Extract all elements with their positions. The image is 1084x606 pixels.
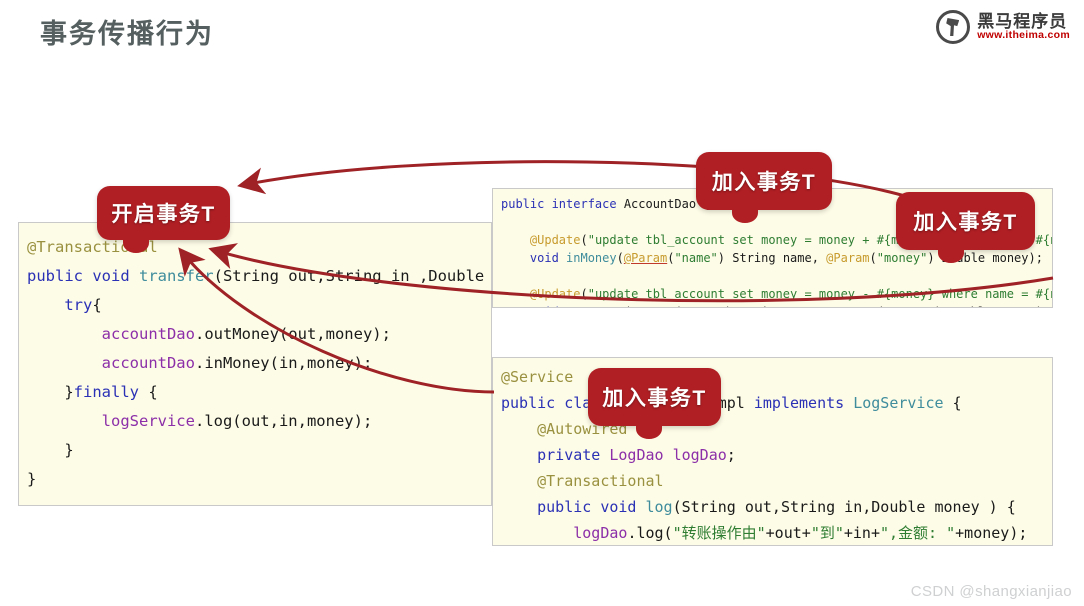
callout-tail-icon (938, 243, 964, 263)
callout-tail-icon (636, 419, 662, 439)
page-title: 事务传播行为 (40, 19, 214, 49)
brand-url: www.itheima.com (977, 29, 1070, 42)
brand-logo-text: 黑马程序员 www.itheima.com (977, 11, 1070, 42)
code-panel-service: @Transactional public void transfer(Stri… (18, 222, 492, 506)
callout-join-transaction-1[interactable]: 加入事务T (696, 152, 832, 223)
callout-tail-icon (123, 233, 149, 253)
callout-join-transaction-3[interactable]: 加入事务T (588, 368, 721, 439)
horse-head-circle-icon (936, 10, 971, 44)
slide-root: 事务传播行为 黑马程序员 www.itheima.com @Transactio… (0, 0, 1084, 606)
code-panel-logimpl: @Service public class LogServiceImpl imp… (492, 357, 1053, 546)
code-line: public void (27, 267, 139, 285)
callout-tail-icon (732, 203, 758, 223)
callout-join-transaction-2[interactable]: 加入事务T (896, 192, 1035, 263)
callout-label: 加入事务T (913, 211, 1018, 234)
brand-name: 黑马程序员 (977, 11, 1068, 31)
brand-logo: 黑马程序员 www.itheima.com (936, 10, 1070, 44)
callout-label: 开启事务T (111, 203, 216, 226)
callout-label: 加入事务T (711, 171, 817, 194)
csdn-watermark: CSDN @shangxianjiao (910, 583, 1072, 600)
callout-label: 加入事务T (602, 387, 707, 410)
callout-start-transaction[interactable]: 开启事务T (97, 186, 230, 253)
